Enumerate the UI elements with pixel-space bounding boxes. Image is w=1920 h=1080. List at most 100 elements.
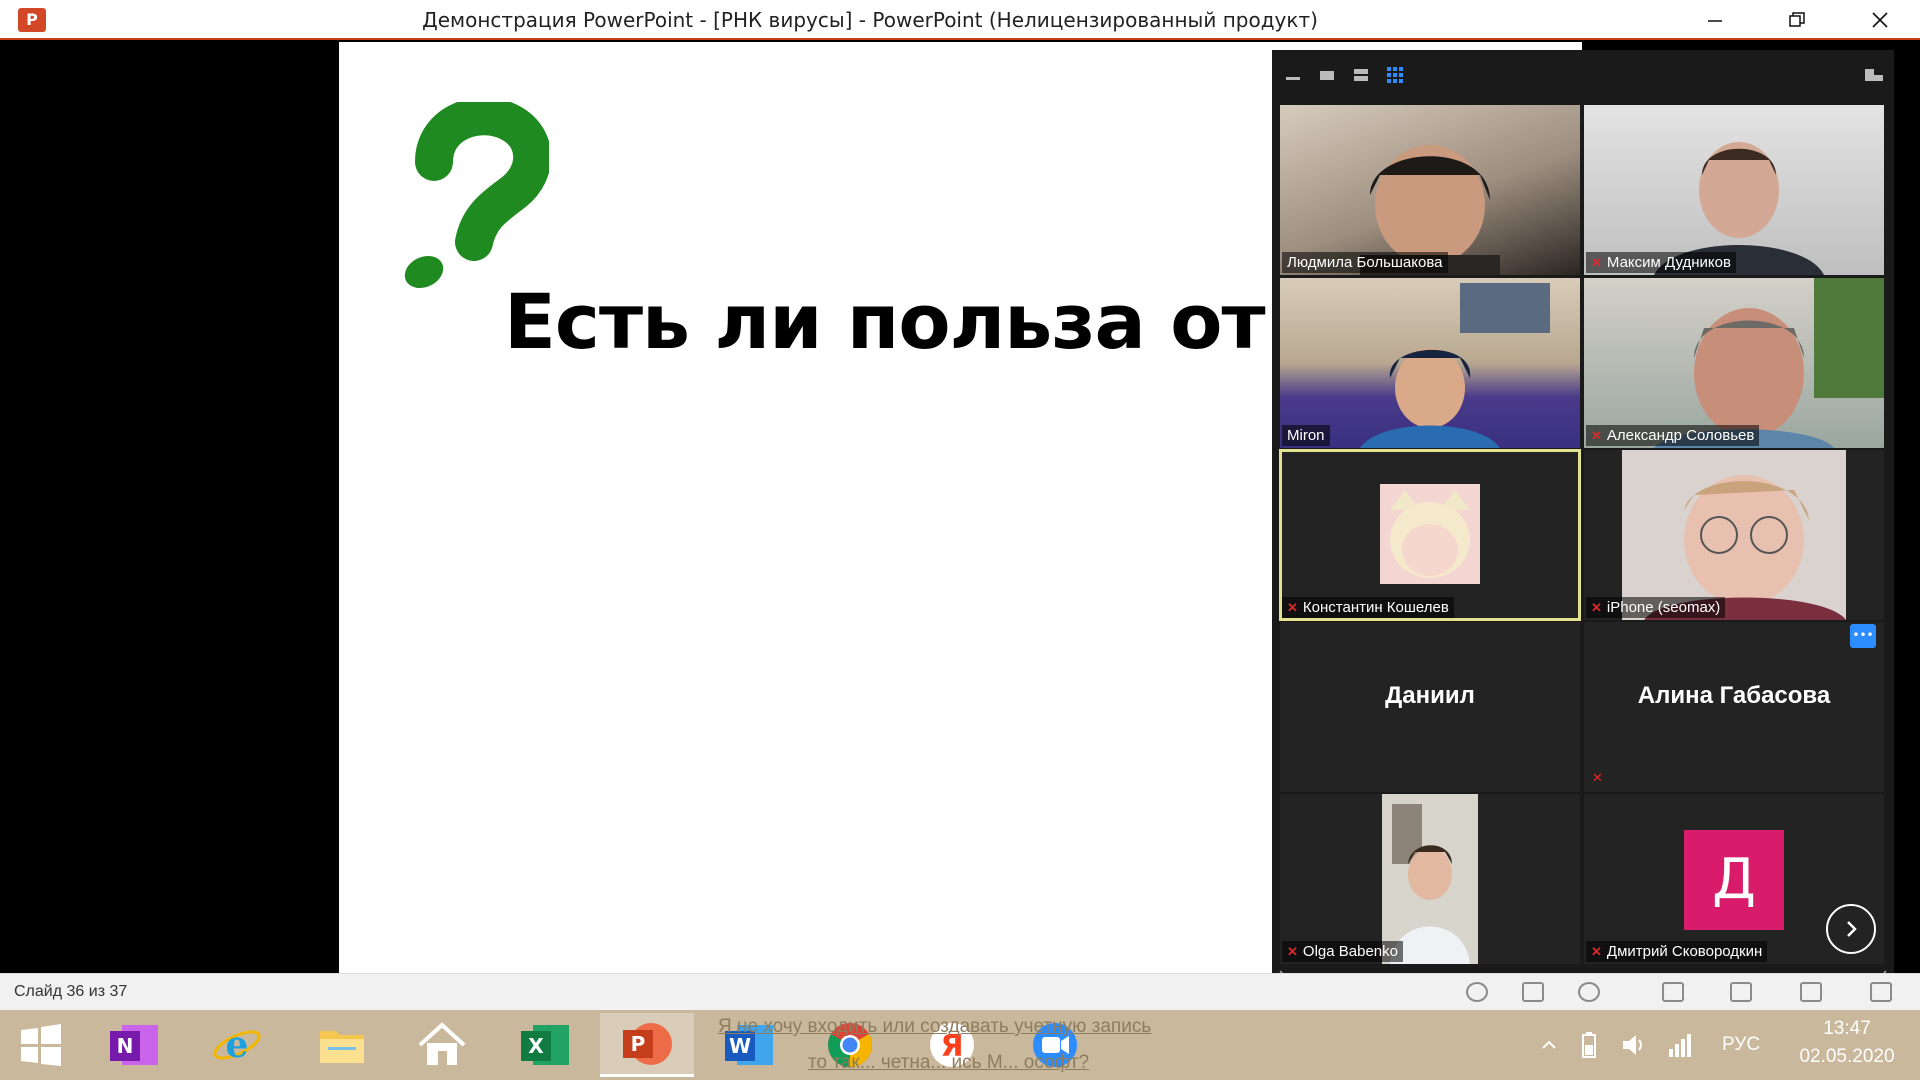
participant-tile[interactable]: ✕ Александр Соловьев — [1584, 278, 1884, 448]
zoom-toolbar — [1272, 50, 1894, 100]
participant-name: Olga Babenko — [1302, 943, 1398, 960]
volume-icon[interactable] — [1620, 1031, 1648, 1059]
clock-time: 13:47 — [1823, 1018, 1871, 1039]
reading-view-icon[interactable] — [1800, 982, 1822, 1002]
minimize-icon — [1708, 20, 1722, 22]
clock-date: 02.05.2020 — [1799, 1046, 1895, 1067]
muted-mic-icon: ✕ — [1591, 943, 1602, 959]
participant-video — [1360, 145, 1500, 275]
zoom-gallery-window: Людмила Большакова ✕ Максим Дудников Miro… — [1272, 50, 1894, 985]
minimize-video-icon[interactable] — [1284, 66, 1302, 84]
muted-mic-icon: ✕ — [1591, 427, 1602, 443]
svg-text:P: P — [631, 1032, 646, 1056]
participant-video — [1382, 794, 1478, 964]
participant-tile[interactable]: Miron — [1280, 278, 1580, 448]
participant-tile[interactable]: Даниил — [1280, 622, 1580, 792]
participant-avatar-image — [1380, 484, 1480, 584]
status-bar: Слайд 36 из 37 — [0, 973, 1920, 1010]
home-icon — [418, 1022, 466, 1065]
close-icon — [1872, 12, 1888, 28]
participant-name-tag: ✕ Александр Соловьев — [1586, 425, 1760, 446]
gallery-view-icon[interactable] — [1386, 66, 1404, 84]
normal-view-icon[interactable] — [1662, 982, 1684, 1002]
internet-explorer-icon: e — [213, 1024, 261, 1066]
window-titlebar: P Демонстрация PowerPoint - [РНК вирусы]… — [0, 0, 1920, 40]
svg-text:N: N — [117, 1034, 134, 1058]
minimize-button[interactable] — [1675, 0, 1755, 40]
restore-icon — [1789, 12, 1805, 27]
participant-name: Константин Кошелев — [1302, 599, 1449, 616]
more-options-button[interactable]: ••• — [1850, 624, 1876, 648]
powerpoint-icon: P — [623, 1022, 672, 1065]
speaker-view-icon[interactable] — [1318, 66, 1336, 84]
clock[interactable]: 13:47 02.05.2020 — [1782, 1018, 1912, 1068]
slide-sorter-icon[interactable] — [1730, 982, 1752, 1002]
thumbnail-view-icon[interactable] — [1352, 66, 1370, 84]
input-language-indicator[interactable]: РУС — [1722, 1034, 1760, 1056]
previous-slide-icon[interactable] — [1466, 982, 1488, 1002]
slideshow-view-icon[interactable] — [1870, 982, 1892, 1002]
participant-video — [1622, 450, 1846, 620]
next-slide-icon[interactable] — [1578, 982, 1600, 1002]
notes-icon[interactable] — [1522, 982, 1544, 1002]
battery-icon[interactable] — [1576, 1031, 1602, 1059]
window-title: Демонстрация PowerPoint - [РНК вирусы] -… — [422, 8, 1318, 32]
participant-name-tag: ✕ Максим Дудников — [1586, 252, 1736, 273]
powerpoint-taskbar-button[interactable]: P — [600, 1013, 694, 1077]
taskbar: N e X P W Я Я не хочу входить или создав… — [0, 1010, 1920, 1080]
participant-tile-active-speaker[interactable]: ✕ Константин Кошелев — [1279, 449, 1581, 621]
participant-name: Даниил — [1385, 682, 1475, 709]
restore-button[interactable] — [1757, 0, 1837, 40]
participant-video — [1654, 142, 1824, 275]
participant-name: Максим Дудников — [1606, 254, 1731, 271]
onenote-taskbar-button[interactable]: N — [87, 1013, 181, 1077]
slide-counter: Слайд 36 из 37 — [14, 983, 128, 1000]
participant-name-tag: ✕ iPhone (seomax) — [1586, 597, 1726, 618]
start-button[interactable] — [0, 1013, 82, 1077]
participant-tile[interactable]: ✕ iPhone (seomax) — [1584, 450, 1884, 620]
home-taskbar-button[interactable] — [395, 1013, 489, 1077]
question-mark-icon — [404, 102, 549, 289]
internet-explorer-taskbar-button[interactable]: e — [190, 1013, 284, 1077]
participant-name-tag: ✕ Olga Babenko — [1282, 941, 1403, 962]
chevron-up-icon[interactable] — [1540, 1036, 1558, 1054]
next-page-button[interactable] — [1826, 904, 1876, 954]
participant-avatar-letter: Д — [1684, 830, 1784, 930]
background-link-text: Я не хочу входить или создавать учетную … — [718, 1016, 1152, 1037]
muted-mic-icon: ✕ — [1592, 771, 1603, 786]
svg-text:e: e — [226, 1024, 249, 1066]
folder-icon — [320, 1031, 364, 1063]
participant-tile[interactable]: Людмила Большакова — [1280, 105, 1580, 275]
participant-tile[interactable]: Д ✕ Дмитрий Сковородкин — [1584, 794, 1884, 964]
exit-fullscreen-icon[interactable] — [1864, 66, 1884, 84]
participant-video — [1360, 283, 1550, 448]
muted-mic-icon: ✕ — [1287, 943, 1298, 959]
muted-mic-icon: ✕ — [1287, 599, 1298, 615]
svg-text:X: X — [528, 1034, 544, 1058]
participant-name-tag: ✕ Константин Кошелев — [1282, 597, 1454, 618]
muted-mic-icon: ✕ — [1591, 599, 1602, 615]
system-tray: РУС — [1540, 1010, 1760, 1080]
participant-name: Miron — [1287, 427, 1325, 444]
excel-taskbar-button[interactable]: X — [498, 1013, 592, 1077]
participant-name: Алина Габасова — [1637, 682, 1831, 709]
participant-tile[interactable]: Алина Габасова ✕ ••• — [1584, 622, 1884, 792]
onenote-icon: N — [110, 1025, 158, 1065]
participant-name: Александр Соловьев — [1606, 427, 1755, 444]
participant-name-tag: ✕ Дмитрий Сковородкин — [1586, 941, 1768, 962]
file-explorer-taskbar-button[interactable] — [295, 1013, 389, 1077]
participant-tile[interactable]: ✕ Максим Дудников — [1584, 105, 1884, 275]
participant-tile[interactable]: ✕ Olga Babenko — [1280, 794, 1580, 964]
participant-name: iPhone (seomax) — [1606, 599, 1721, 616]
excel-icon: X — [521, 1025, 569, 1065]
participant-name: Дмитрий Сковородкин — [1606, 943, 1763, 960]
participant-name-tag: Людмила Большакова — [1282, 252, 1448, 273]
close-button[interactable] — [1840, 0, 1920, 40]
participant-name-tag: Miron — [1282, 425, 1330, 446]
background-link-text: то так... четна... ись М... ософт? — [808, 1052, 1090, 1073]
windows-logo-icon — [21, 1024, 61, 1066]
participant-video — [1654, 278, 1884, 448]
participant-name: Людмила Большакова — [1287, 254, 1443, 271]
muted-mic-icon: ✕ — [1591, 254, 1602, 270]
network-signal-icon[interactable] — [1666, 1031, 1692, 1059]
